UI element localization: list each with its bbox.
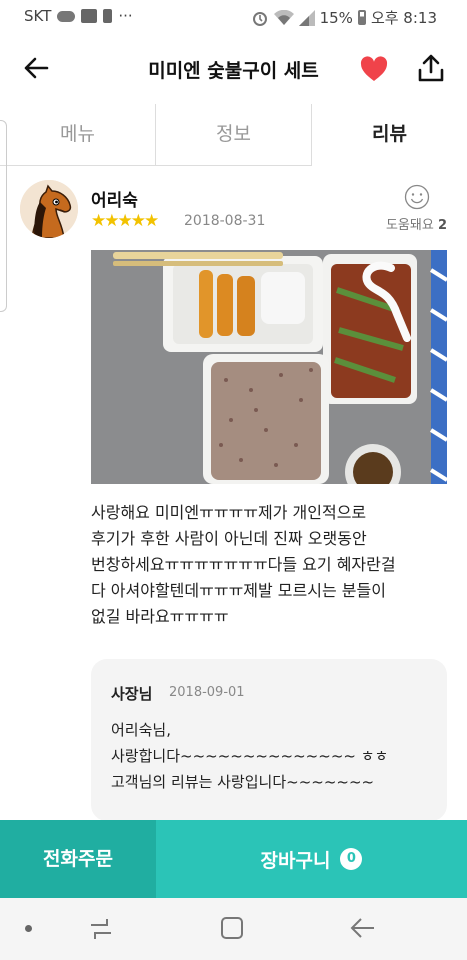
bottom-action-bar: 전화주문 장바구니 0 — [0, 820, 467, 898]
cart-count-badge: 0 — [340, 848, 363, 870]
page-title: 미미엔 숯불구이 세트 — [148, 60, 319, 82]
wifi-icon — [273, 9, 294, 25]
helpful-label: 도움돼요 — [385, 218, 434, 233]
cloud-icon — [57, 10, 76, 22]
cart-button[interactable]: 장바구니 0 — [156, 820, 467, 898]
avatar — [20, 180, 78, 238]
alarm-icon — [252, 11, 267, 26]
helpful-count: 2 — [437, 218, 447, 233]
battery-percent: 15% — [319, 8, 353, 27]
review-photo[interactable] — [91, 250, 447, 484]
heart-icon[interactable] — [360, 56, 388, 82]
battery-alert-icon — [103, 9, 113, 23]
nav-dot-icon[interactable] — [25, 925, 32, 932]
more-notifications: ··· — [118, 7, 133, 25]
home-icon[interactable] — [220, 916, 244, 940]
reply-author: 사장님 — [111, 685, 153, 703]
share-icon[interactable] — [418, 54, 444, 82]
review-date: 2018-08-31 — [184, 213, 266, 229]
smile-icon[interactable] — [404, 184, 430, 210]
back-icon[interactable] — [350, 916, 376, 940]
clock: 오후 8:13 — [370, 9, 437, 27]
phone-order-button[interactable]: 전화주문 — [0, 820, 156, 898]
reply-date: 2018-09-01 — [169, 685, 245, 700]
tab-info[interactable]: 정보 — [156, 104, 312, 166]
helpful-button[interactable]: 도움돼요 2 — [386, 214, 447, 233]
review-item: 어리숙 ★★★★★ 2018-08-31 도움돼요 2 사랑해요 미미엔ㅠㅠㅠㅠ… — [0, 166, 467, 820]
image-icon — [81, 9, 98, 23]
cart-label: 장바구니 — [260, 849, 331, 872]
tab-reviews[interactable]: 리뷰 — [312, 104, 467, 166]
system-nav-bar — [0, 898, 467, 960]
reviewer-name: 어리숙 — [91, 191, 138, 211]
reply-text: 어리숙님, 사랑합니다~~~~~~~~~~~~~~ ㅎㅎ 고객님의 리뷰는 사랑… — [111, 721, 389, 791]
tab-menu[interactable]: 메뉴 — [0, 104, 156, 166]
app-bar: 미미엔 숯불구이 세트 — [0, 32, 467, 105]
recents-icon[interactable] — [88, 916, 114, 942]
battery-icon — [357, 10, 366, 25]
signal-icon — [298, 9, 315, 26]
tab-bar: 메뉴 정보 리뷰 — [0, 104, 467, 166]
owner-reply: 사장님 2018-09-01 어리숙님, 사랑합니다~~~~~~~~~~~~~~… — [91, 659, 447, 820]
review-text: 사랑해요 미미엔ㅠㅠㅠㅠ제가 개인적으로 후기가 후한 사람이 아닌데 진짜 오… — [91, 503, 396, 626]
rating-stars: ★★★★★ — [91, 211, 159, 231]
status-bar: SKT ··· 15% 오후 8:13 — [0, 0, 467, 32]
carrier-label: SKT — [24, 7, 52, 25]
